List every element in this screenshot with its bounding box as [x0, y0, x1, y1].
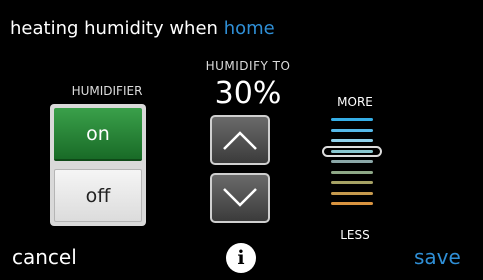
title-prefix: heating humidity when [10, 18, 218, 39]
humidify-to-label: HUMIDIFY TO [205, 59, 291, 73]
cancel-button[interactable]: cancel [12, 245, 77, 269]
chevron-down-icon [223, 188, 257, 207]
info-button[interactable]: i [226, 243, 256, 273]
title-mode: home [223, 18, 275, 39]
chevron-up-icon [223, 131, 257, 150]
humidity-level-bar[interactable] [331, 202, 373, 205]
less-label: LESS [340, 228, 370, 242]
humidifier-on-button[interactable]: on [54, 108, 142, 161]
increase-button[interactable] [210, 115, 270, 165]
more-label: MORE [337, 95, 373, 109]
humidifier-off-button[interactable]: off [54, 169, 142, 222]
humidity-level-bar[interactable] [331, 181, 373, 184]
humidity-level-bar[interactable] [331, 128, 373, 132]
save-button[interactable]: save [414, 245, 461, 269]
selected-level-marker[interactable] [322, 145, 382, 157]
humidify-to-value: 30% [214, 76, 282, 111]
humidity-level-bar[interactable] [331, 118, 373, 121]
humidifier-toggle: on off [50, 104, 146, 226]
humidifier-label: HUMIDIFIER [71, 84, 143, 98]
humidity-level-bar[interactable] [331, 139, 373, 142]
humidity-level-bar[interactable] [331, 160, 373, 163]
decrease-button[interactable] [210, 173, 270, 223]
humidity-level-bar[interactable] [331, 170, 373, 174]
screen-title: heating humidity when home [10, 18, 275, 39]
humidity-level-bar[interactable] [331, 191, 373, 195]
